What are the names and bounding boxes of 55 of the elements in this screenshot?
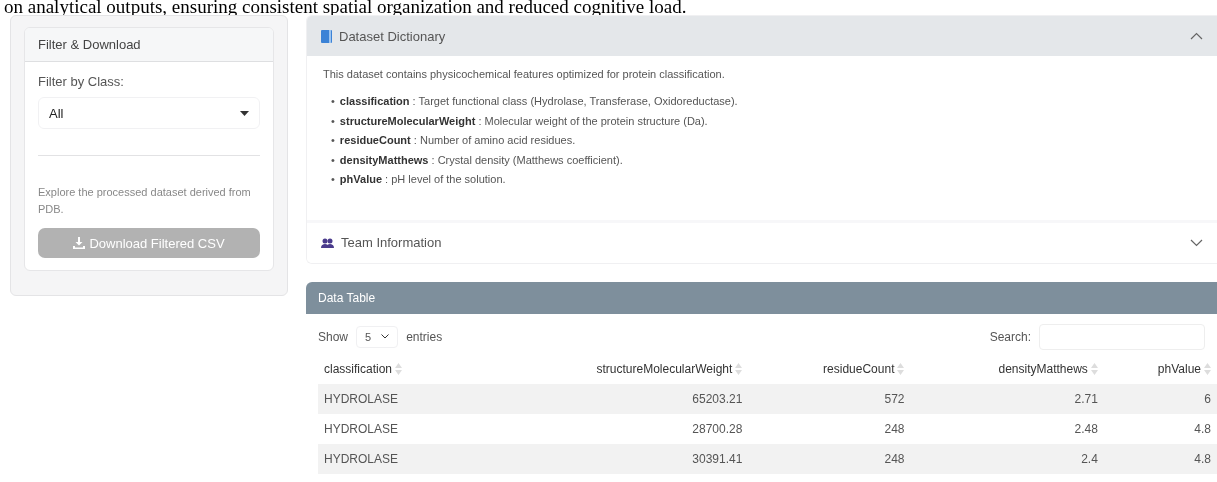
sort-icon — [1204, 363, 1211, 376]
column-header[interactable]: residueCount — [748, 353, 911, 384]
card-title: Filter & Download — [25, 28, 273, 62]
expand-chevron-icon[interactable] — [1190, 238, 1203, 247]
table-cell: 28700.28 — [474, 413, 749, 444]
column-header[interactable]: structureMolecularWeight — [474, 353, 749, 384]
table-cell: 4.8 — [1103, 443, 1217, 474]
dropdown-caret-icon — [240, 110, 249, 116]
table-cell: HYDROLASE — [318, 383, 475, 414]
download-icon — [73, 237, 86, 249]
intro-text: This dataset contains physicochemical features optimized for protein classification. — [323, 68, 726, 80]
description-text: Explore the processed dataset derived from PDB. — [38, 185, 252, 217]
table-cell: 248 — [748, 413, 911, 444]
collapse-chevron-icon[interactable] — [1190, 32, 1203, 40]
definition-item: densityMatthews : Crystal density (Matthews coefficient). — [339, 152, 623, 168]
definition-item: classification : Target functional class (Hydrolase, Transferase, Oxidoreductase). — [339, 94, 738, 109]
table-cell: 65203.21 — [474, 383, 749, 414]
table-cell: 6 — [1103, 383, 1217, 414]
bullet-mark: • — [331, 152, 335, 168]
table-cell: HYDROLASE — [318, 413, 475, 444]
chevron-down-icon — [381, 334, 390, 339]
table-cell: HYDROLASE — [318, 443, 475, 474]
entries-label: entries — [406, 329, 443, 344]
filter-label: Filter by Class: — [38, 74, 125, 89]
definition-item: residueCount : Number of amino acid residues. — [339, 133, 576, 148]
definition-item: structureMolecularWeight : Molecular weight of the protein structure (Da). — [339, 113, 708, 129]
table-cell: 2.4 — [910, 443, 1104, 474]
bullet-mark: • — [331, 94, 335, 109]
accordion-header[interactable]: Dataset Dictionary — [307, 16, 1217, 56]
sort-icon — [735, 363, 743, 376]
class-dropdown[interactable]: All — [38, 97, 260, 129]
table-cell: 248 — [748, 443, 911, 474]
definition-item: phValue : pH level of the solution. — [339, 172, 506, 187]
users-icon — [321, 237, 334, 248]
search-label: Search: — [989, 329, 1031, 344]
column-header[interactable]: densityMatthews — [910, 353, 1104, 384]
show-label: Show — [318, 329, 349, 344]
page-size-dropdown[interactable]: 5 — [356, 325, 399, 348]
column-header[interactable]: classification — [318, 353, 475, 384]
bullet-mark: • — [331, 113, 335, 129]
table-cell: 30391.41 — [474, 443, 749, 474]
sort-icon — [897, 363, 905, 376]
bullet-mark: • — [331, 133, 335, 148]
table-cell: 4.8 — [1103, 413, 1217, 444]
table-cell: 2.48 — [910, 413, 1104, 444]
table-title-bar: Data Table — [306, 281, 1217, 314]
table-cell: 572 — [748, 383, 911, 414]
accordion-header[interactable]: Team Information — [307, 219, 1217, 263]
bullet-mark: • — [331, 172, 335, 187]
table-cell: 2.71 — [910, 383, 1104, 414]
book-icon — [321, 29, 332, 43]
document-text: on analytical outputs, ensuring consistent spatial organization and reduced cognitive load. — [3, 0, 688, 14]
sort-icon — [395, 363, 403, 376]
sort-icon — [1090, 363, 1098, 376]
column-header[interactable]: phValue — [1103, 353, 1217, 384]
